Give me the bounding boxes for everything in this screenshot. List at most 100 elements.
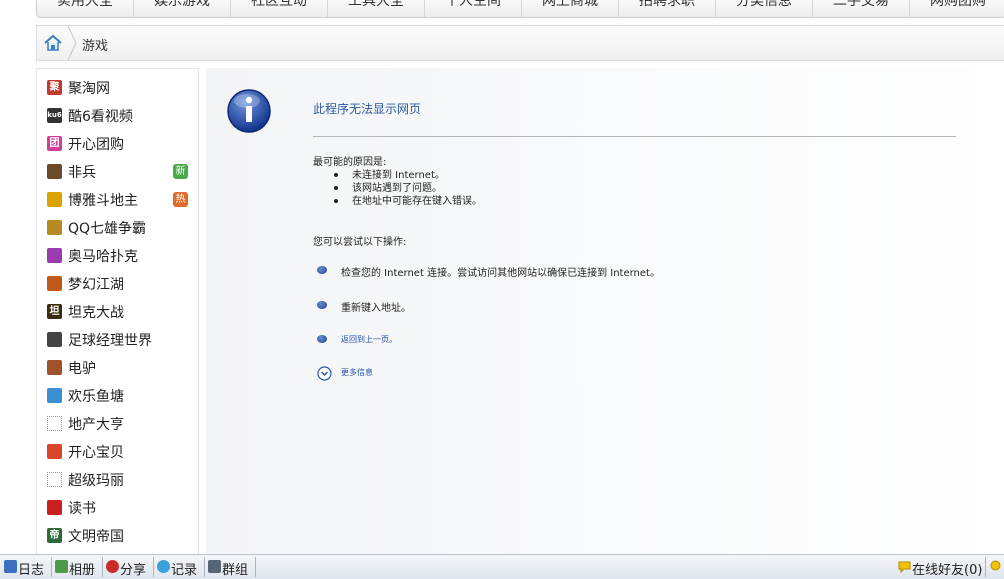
top-nav-label: 网购团购 — [930, 0, 986, 9]
go-back-link[interactable]: 返回到上一页。 — [341, 334, 397, 345]
home-icon[interactable] — [43, 33, 63, 53]
football-icon — [47, 332, 62, 347]
reasons-list: 未连接到 Internet。 该网站遇到了问题。 在地址中可能存在键入错误。 — [334, 169, 482, 208]
reasons-heading: 最可能的原因是: — [313, 157, 387, 168]
breadcrumb-separator-icon — [67, 26, 77, 60]
action-text: 重新键入地址。 — [341, 303, 411, 314]
breadcrumb: 游戏 — [36, 25, 1004, 61]
sword-game-icon — [47, 220, 62, 235]
album-icon — [55, 560, 68, 573]
sidebar-item[interactable]: 地产大亨 — [47, 413, 192, 435]
sidebar-item[interactable]: 超级玛丽 — [47, 469, 192, 491]
tank-game-icon: 坦 — [47, 304, 62, 319]
sidebar-item[interactable]: QQ七雄争霸 — [47, 217, 192, 239]
chat-bubble-icon — [898, 561, 911, 573]
bottom-item-label: 分享 — [120, 563, 147, 578]
sidebar-item[interactable]: 团开心团购 — [47, 133, 192, 155]
bottom-item-label: 相册 — [69, 563, 96, 578]
top-nav-label: 工具大全 — [348, 0, 404, 9]
top-nav-item[interactable]: 娱乐游戏 — [134, 0, 231, 17]
sidebar-item-label: 开心团购 — [68, 137, 124, 153]
top-nav-item[interactable]: 二手交易 — [813, 0, 910, 17]
sidebar-item[interactable]: 坦坦克大战 — [47, 301, 192, 323]
top-nav-item[interactable]: 网上商城 — [522, 0, 619, 17]
top-nav-item[interactable]: 网购团购 — [910, 0, 1004, 17]
group-icon — [208, 560, 221, 573]
top-nav-label: 二手交易 — [833, 0, 889, 9]
sidebar-item[interactable]: 开心宝贝 — [47, 441, 192, 463]
fish-pond-icon — [47, 388, 62, 403]
status-badge: 热 — [173, 192, 188, 207]
top-nav-item[interactable]: 社区互动 — [231, 0, 328, 17]
ku6-logo-icon: ku6 — [47, 108, 62, 123]
action-text: 检查您的 Internet 连接。尝试访问其他网站以确保已连接到 Interne… — [341, 268, 660, 279]
more-info-link[interactable]: 更多信息 — [341, 367, 373, 378]
sidebar-item-label: 聚淘网 — [68, 81, 110, 97]
top-nav-item[interactable]: 个人空间 — [425, 0, 522, 17]
list-item: 该网站遇到了问题。 — [334, 182, 482, 195]
divider — [255, 557, 256, 577]
top-nav-item[interactable]: 分类信息 — [716, 0, 813, 17]
divider — [153, 557, 154, 577]
tuan-icon: 团 — [47, 136, 62, 151]
sidebar-item-label: 坦克大战 — [68, 305, 124, 321]
top-nav-label: 个人空间 — [445, 0, 501, 9]
baby-icon — [47, 444, 62, 459]
book-icon — [47, 500, 62, 515]
placeholder-icon — [47, 472, 62, 487]
sidebar-item[interactable]: 足球经理世界 — [47, 329, 192, 351]
sidebar-item-label: 酷6看视频 — [68, 109, 133, 125]
sidebar-item-label: 读书 — [68, 501, 96, 517]
divider — [102, 557, 103, 577]
sidebar-item[interactable]: ku6 酷6看视频 — [47, 105, 192, 127]
top-nav-label: 实用大全 — [57, 0, 113, 9]
sidebar-item-label: 电驴 — [68, 361, 96, 377]
sidebar-item-label: 超级玛丽 — [68, 473, 124, 489]
error-title: 此程序无法显示网页 — [313, 102, 422, 116]
bottom-item-label: 记录 — [171, 563, 198, 578]
chevron-down-icon[interactable] — [317, 366, 332, 381]
sidebar-item[interactable]: 非兵 新 — [47, 161, 192, 183]
breadcrumb-current[interactable]: 游戏 — [82, 35, 108, 54]
top-nav: 实用大全 娱乐游戏 社区互动 工具大全 个人空间 网上商城 招聘求职 分类信息 二手交易 网购团购 — [36, 0, 1004, 18]
sidebar-item[interactable]: 电驴 — [47, 357, 192, 379]
top-nav-item[interactable]: 工具大全 — [328, 0, 425, 17]
error-panel: 此程序无法显示网页 最可能的原因是: 未连接到 Internet。 该网站遇到了… — [206, 68, 1004, 554]
list-item: 未连接到 Internet。 — [334, 169, 482, 182]
sidebar-item-label: 文明帝国 — [68, 529, 124, 545]
top-nav-item[interactable]: 实用大全 — [37, 0, 134, 17]
bottom-toolbar: 在线好友(0) 日志 相册 分享 记录 群组 — [0, 554, 1004, 579]
sidebar-item-label: 足球经理世界 — [68, 333, 152, 349]
top-nav-label: 网上商城 — [542, 0, 598, 9]
donkey-icon — [47, 360, 62, 375]
divider — [204, 557, 205, 577]
divider — [313, 136, 956, 137]
sidebar-item[interactable]: 奥马哈扑克 — [47, 245, 192, 267]
sidebar-item[interactable]: 帝文明帝国 — [47, 525, 192, 547]
fantasy-game-icon — [47, 276, 62, 291]
sidebar-item[interactable]: 读书 — [47, 497, 192, 519]
list-item: 在地址中可能存在键入错误。 — [334, 195, 482, 208]
sidebar-item[interactable]: 博雅斗地主 热 — [47, 189, 192, 211]
bullet-icon — [317, 335, 327, 343]
sidebar-item[interactable]: 欢乐鱼塘 — [47, 385, 192, 407]
sidebar-game-list: 聚聚淘网 ku6 酷6看视频团开心团购 非兵 新博雅斗地主 热 QQ七雄争霸 奥马哈扑克 梦幻江… — [36, 68, 199, 555]
online-friends-label: 在线好友(0) — [912, 563, 983, 578]
share-heart-icon — [106, 560, 119, 573]
top-nav-item[interactable]: 招聘求职 — [619, 0, 716, 17]
top-nav-label: 招聘求职 — [639, 0, 695, 9]
sidebar-item[interactable]: 聚聚淘网 — [47, 77, 192, 99]
diary-icon — [4, 560, 17, 573]
info-icon — [227, 89, 271, 133]
sidebar-item-label: QQ七雄争霸 — [68, 221, 147, 237]
top-nav-label: 分类信息 — [736, 0, 792, 9]
jutao-logo-icon: 聚 — [47, 80, 62, 95]
top-nav-label: 娱乐游戏 — [154, 0, 210, 9]
placeholder-icon — [47, 416, 62, 431]
divider — [51, 557, 52, 577]
poker-game-icon — [47, 248, 62, 263]
sidebar-item-label: 博雅斗地主 — [68, 193, 138, 209]
chat-bubble-icon — [157, 560, 170, 573]
sidebar-item[interactable]: 梦幻江湖 — [47, 273, 192, 295]
status-badge: 新 — [173, 164, 188, 179]
